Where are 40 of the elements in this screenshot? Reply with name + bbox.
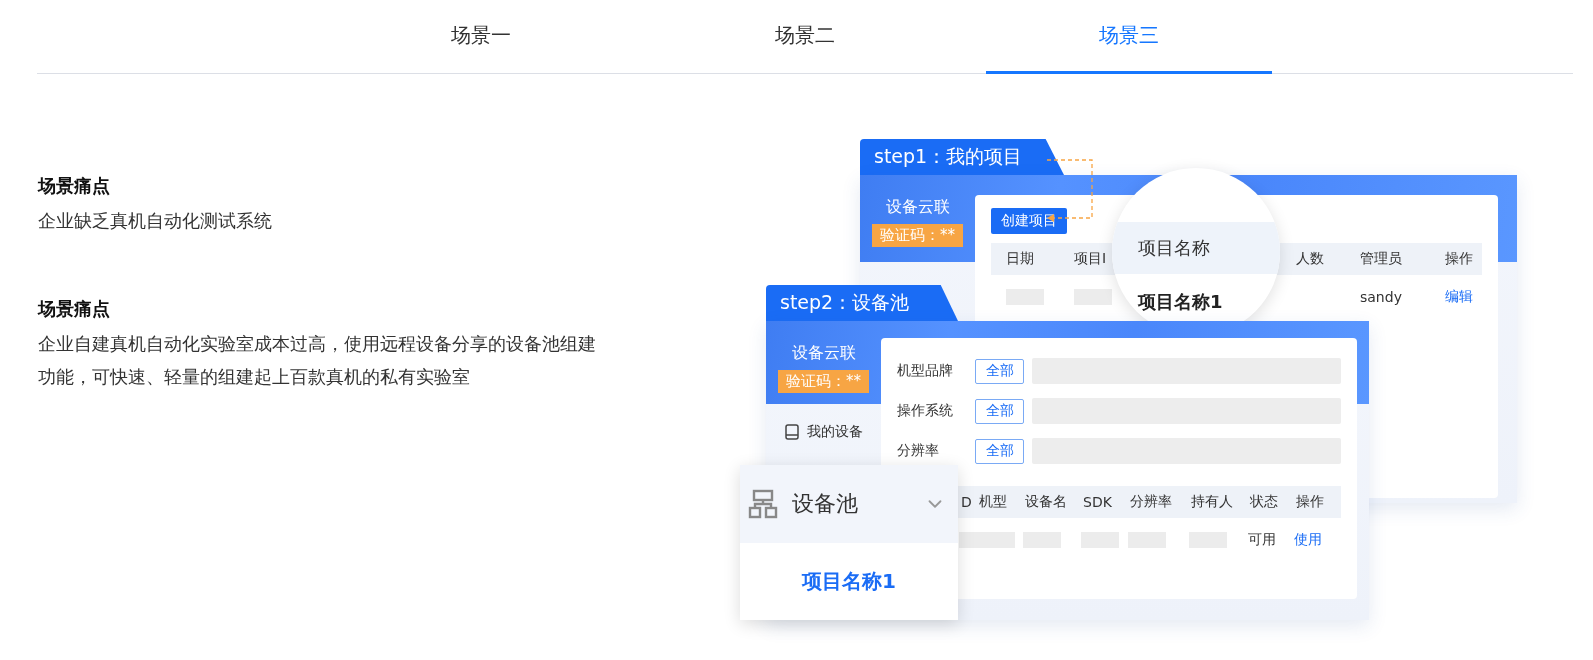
column-header: 持有人 [1191,493,1234,511]
table-cell-text: 项目名称1 [1136,290,1224,314]
filter-option[interactable]: 全部 [975,358,1024,384]
column-header: 机型 [979,493,1008,511]
filter-option[interactable]: 全部 [975,398,1024,424]
column-header: 分辨率 [1130,493,1173,511]
code-badge: 验证码：** [872,224,963,247]
column-header: D [961,494,973,510]
column-header: 操作 [1445,250,1474,268]
column-header: 项目名称 [1112,222,1280,274]
section-description: 企业自建真机自动化实验室成本过高，使用远程设备分享的设备池组建功能，可快速、轻量的组建起上百款真机的私有实验室 [38,332,597,389]
brand-name: 设备云联 [885,197,950,218]
code-badge: 验证码：** [778,370,869,393]
dropdown-item[interactable]: 项目名称1 [740,543,958,620]
column-header: 操作 [1296,493,1325,511]
column-header: 项目I [1074,250,1108,268]
column-header: 管理员 [1360,250,1403,268]
section-title: 场景痛点 [38,174,111,198]
dropdown-label: 设备池 [792,490,859,518]
column-header: 状态 [1250,493,1279,511]
column-header: 人数 [1296,250,1325,268]
menu-item[interactable]: 我的设备 [806,423,863,441]
table-cell-text: 可用 [1248,531,1277,549]
action-link[interactable]: 使用 [1294,531,1341,549]
tab[interactable]: 场景二 [662,0,948,74]
column-header: 日期 [1006,250,1035,268]
filter-label: 机型品牌 [897,362,954,380]
filter-label: 分辨率 [897,442,940,460]
tab[interactable]: 场景三 [986,0,1272,74]
action-link[interactable]: 编辑 [1445,288,1482,306]
column-header: 设备名 [1025,493,1068,511]
filter-label: 操作系统 [897,402,954,420]
tab[interactable]: 场景一 [338,0,624,74]
filter-option[interactable]: 全部 [975,438,1024,464]
table-cell-text: sandy [1360,289,1403,305]
brand-name: 设备云联 [791,343,856,364]
dropdown-header[interactable]: 设备池 [740,465,958,543]
column-header: SDK [1083,494,1113,510]
section-description: 企业缺乏真机自动化测试系统 [38,209,273,233]
section-title: 场景痛点 [38,297,111,321]
